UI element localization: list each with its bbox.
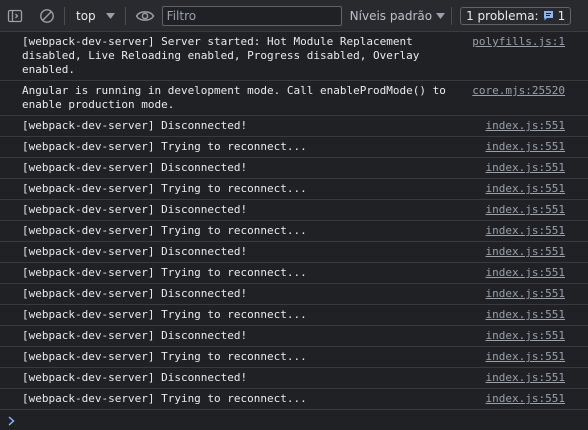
issues-count: 1 <box>557 8 566 23</box>
source-link[interactable]: index.js:551 <box>486 329 565 343</box>
chevron-down-icon <box>105 12 115 19</box>
context-select-value: top <box>76 8 96 23</box>
toolbar-divider <box>451 6 453 25</box>
sidebar-icon[interactable] <box>6 7 24 25</box>
source-link[interactable]: index.js:551 <box>486 392 565 406</box>
console-message: [webpack-dev-server] Trying to reconnect… <box>0 389 588 410</box>
source-link[interactable]: index.js:551 <box>486 203 565 217</box>
console-message: [webpack-dev-server] Disconnected! index.… <box>0 158 588 179</box>
log-levels-label: Níveis padrão <box>349 8 433 23</box>
console-message: [webpack-dev-server] Trying to reconnect… <box>0 347 588 368</box>
console-message-text: [webpack-dev-server] Trying to reconnect… <box>22 308 307 321</box>
console-message-text: [webpack-dev-server] Disconnected! <box>22 119 248 132</box>
source-link[interactable]: index.js:551 <box>486 245 565 259</box>
console-toolbar: top Níveis padrão 1 problema: 1 <box>0 0 588 32</box>
console-message: Angular is running in development mode. … <box>0 81 588 116</box>
source-link[interactable]: index.js:551 <box>486 287 565 301</box>
console-message-text: [webpack-dev-server] Disconnected! <box>22 245 248 258</box>
console-log: [webpack-dev-server] Server started: Hot… <box>0 32 588 430</box>
context-select[interactable]: top <box>76 9 115 23</box>
console-message: [webpack-dev-server] Disconnected! index.… <box>0 326 588 347</box>
console-message: [webpack-dev-server] Trying to reconnect… <box>0 305 588 326</box>
source-link[interactable]: index.js:551 <box>486 182 565 196</box>
console-message-text: [webpack-dev-server] Disconnected! <box>22 371 248 384</box>
console-message: [webpack-dev-server] Disconnected! index.… <box>0 200 588 221</box>
source-link[interactable]: index.js:551 <box>486 371 565 385</box>
filter-input[interactable] <box>161 5 342 26</box>
source-link[interactable]: index.js:551 <box>486 161 565 175</box>
console-messages: [webpack-dev-server] Server started: Hot… <box>0 32 588 410</box>
issues-label: 1 problema: <box>466 8 539 23</box>
console-message-text: [webpack-dev-server] Disconnected! <box>22 287 248 300</box>
clear-console-icon[interactable] <box>38 7 56 25</box>
source-link[interactable]: polyfills.js:1 <box>472 35 565 49</box>
source-link[interactable]: index.js:551 <box>486 140 565 154</box>
console-message: [webpack-dev-server] Trying to reconnect… <box>0 221 588 242</box>
console-prompt[interactable] <box>0 410 588 430</box>
issues-button[interactable]: 1 problema: 1 <box>460 6 572 25</box>
issue-message-icon <box>543 10 554 21</box>
console-message: [webpack-dev-server] Server started: Hot… <box>0 32 588 81</box>
console-message: [webpack-dev-server] Trying to reconnect… <box>0 263 588 284</box>
console-message: [webpack-dev-server] Disconnected! index.… <box>0 116 588 137</box>
console-message-text: [webpack-dev-server] Trying to reconnect… <box>22 266 307 279</box>
console-message-text: [webpack-dev-server] Trying to reconnect… <box>22 140 307 153</box>
console-message: [webpack-dev-server] Trying to reconnect… <box>0 137 588 158</box>
toolbar-divider <box>124 6 126 25</box>
source-link[interactable]: core.mjs:25520 <box>472 84 565 98</box>
console-message-text: [webpack-dev-server] Trying to reconnect… <box>22 392 307 405</box>
source-link[interactable]: index.js:551 <box>486 119 565 133</box>
chevron-down-icon <box>436 12 446 19</box>
source-link[interactable]: index.js:551 <box>486 266 565 280</box>
console-message: [webpack-dev-server] Disconnected! index.… <box>0 368 588 389</box>
console-message: [webpack-dev-server] Disconnected! index.… <box>0 284 588 305</box>
chevron-right-icon <box>8 416 15 426</box>
console-message: [webpack-dev-server] Trying to reconnect… <box>0 179 588 200</box>
console-message-text: [webpack-dev-server] Disconnected! <box>22 161 248 174</box>
console-message-text: [webpack-dev-server] Trying to reconnect… <box>22 224 307 237</box>
console-message-text: [webpack-dev-server] Disconnected! <box>22 203 248 216</box>
eye-icon[interactable] <box>134 7 156 25</box>
console-message-text: [webpack-dev-server] Disconnected! <box>22 329 248 342</box>
console-message-text: [webpack-dev-server] Trying to reconnect… <box>22 182 307 195</box>
toolbar-divider <box>64 6 65 25</box>
source-link[interactable]: index.js:551 <box>486 224 565 238</box>
console-message-text: [webpack-dev-server] Trying to reconnect… <box>22 350 307 363</box>
log-levels-select[interactable]: Níveis padrão <box>349 8 446 23</box>
console-message: [webpack-dev-server] Disconnected! index.… <box>0 242 588 263</box>
source-link[interactable]: index.js:551 <box>486 308 565 322</box>
source-link[interactable]: index.js:551 <box>486 350 565 364</box>
